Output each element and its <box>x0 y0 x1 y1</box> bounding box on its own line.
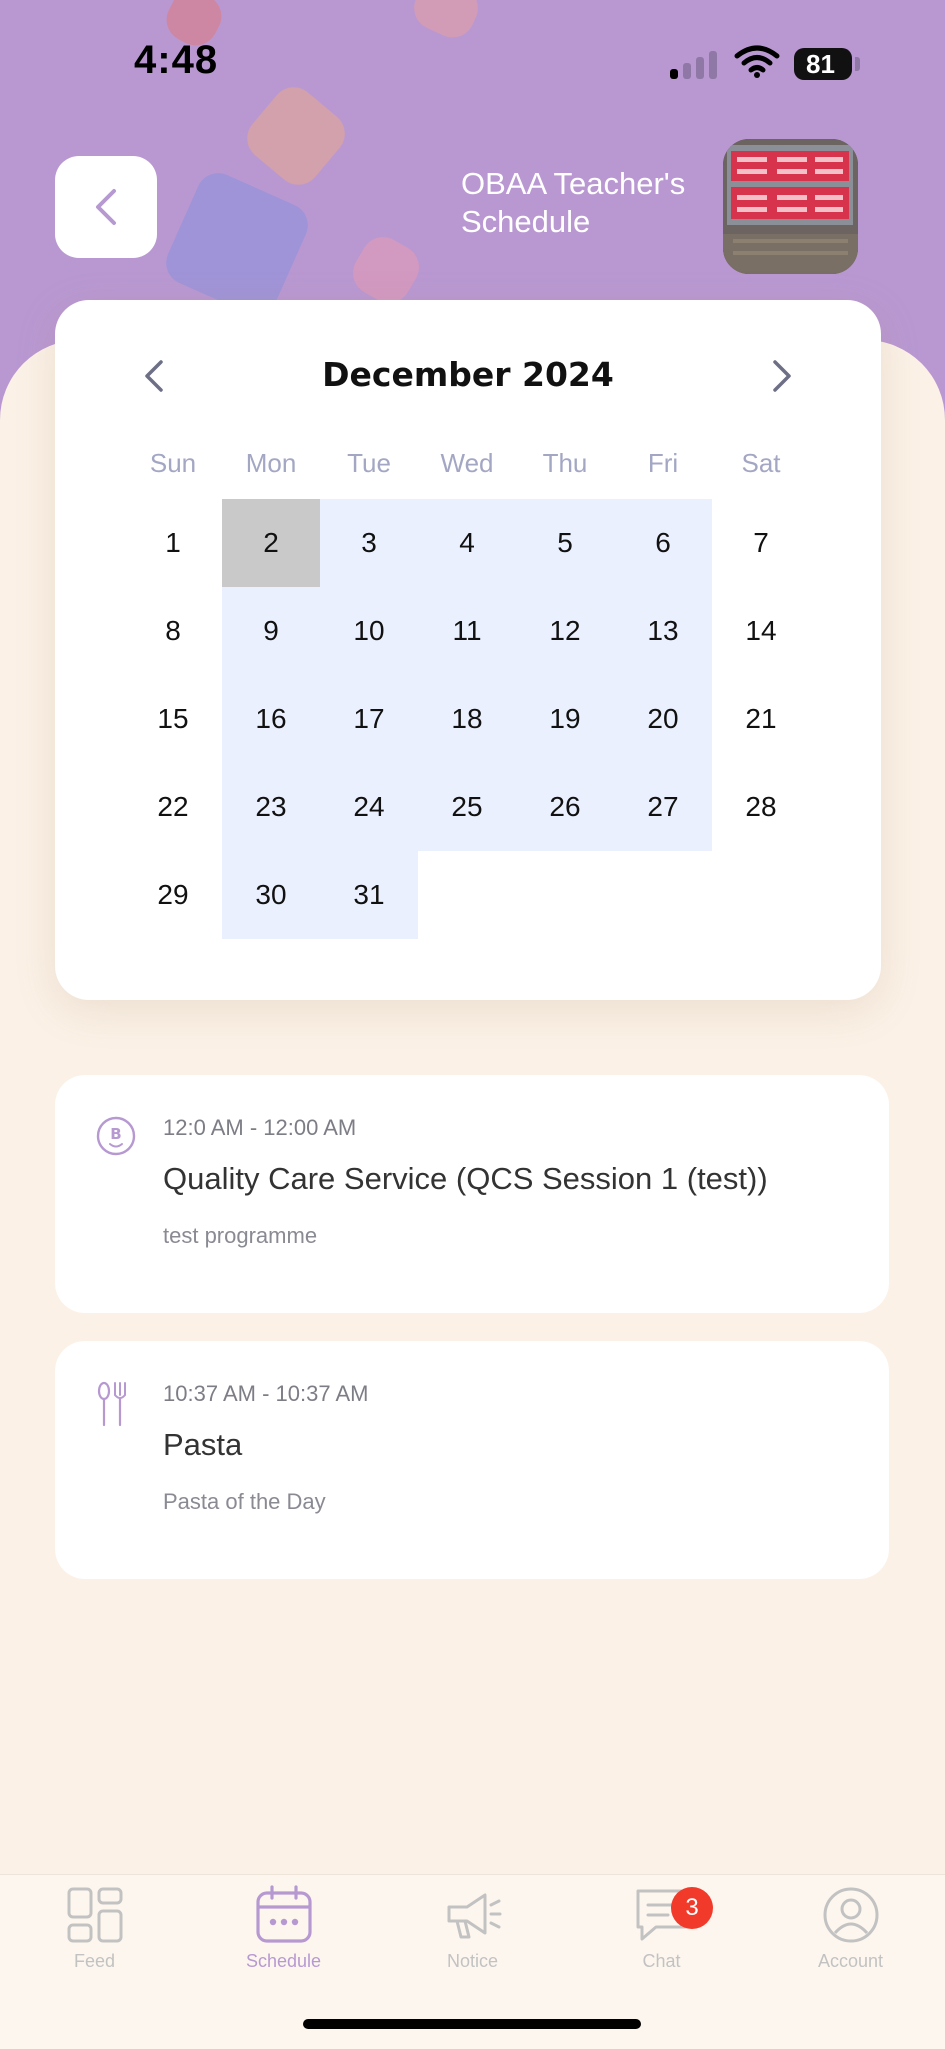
signal-icon <box>670 49 720 79</box>
calendar-day[interactable]: 1 <box>124 499 222 587</box>
weekday-label: Mon <box>245 448 297 478</box>
battery-tip <box>855 57 860 71</box>
profile-avatar[interactable] <box>723 139 858 274</box>
calendar-day[interactable]: 6 <box>614 499 712 587</box>
month-title: December 2024 <box>322 355 614 394</box>
back-button[interactable] <box>55 156 157 258</box>
calendar-day[interactable]: 22 <box>124 763 222 851</box>
calendar-day[interactable]: 17 <box>320 675 418 763</box>
weekday-label: Wed <box>440 448 494 478</box>
calendar-day[interactable]: 26 <box>516 763 614 851</box>
next-month-button[interactable] <box>765 348 801 404</box>
calendar-day[interactable]: 7 <box>712 499 810 587</box>
tab-notice[interactable]: Notice <box>378 1885 567 2005</box>
calendar-day[interactable]: 23 <box>222 763 320 851</box>
decor-square <box>345 229 427 311</box>
weekday-label: Tue <box>347 448 391 478</box>
status-time: 4:48 <box>134 38 219 82</box>
calendar-day[interactable]: 10 <box>320 587 418 675</box>
tab-chat[interactable]: Chat 3 <box>567 1885 756 2005</box>
event-time: 12:0 AM - 12:00 AM <box>163 1115 357 1140</box>
weekday-label: Thu <box>542 448 588 478</box>
calendar-day[interactable]: 27 <box>614 763 712 851</box>
calendar-day[interactable]: 16 <box>222 675 320 763</box>
calendar-day[interactable]: 24 <box>320 763 418 851</box>
decor-square <box>406 0 486 45</box>
home-indicator <box>303 2019 641 2029</box>
fork-spoon-icon <box>97 1381 126 1427</box>
calendar-day[interactable]: 12 <box>516 587 614 675</box>
calendar-day[interactable]: 30 <box>222 851 320 939</box>
account-icon <box>823 1887 878 1943</box>
megaphone-icon <box>447 1893 501 1939</box>
tab-schedule[interactable]: Schedule <box>189 1885 378 2005</box>
weekday-label: Fri <box>647 448 679 478</box>
event-card[interactable]: 10:37 AM - 10:37 AM Pasta Pasta of the D… <box>55 1341 889 1579</box>
chat-unread-badge: 3 <box>671 1887 713 1929</box>
tab-label: Chat <box>642 1951 681 1971</box>
decor-square <box>159 166 315 322</box>
chevron-left-icon <box>96 189 116 225</box>
wifi-icon <box>734 45 780 78</box>
calendar-day[interactable]: 9 <box>222 587 320 675</box>
event-title: Quality Care Service (QCS Session 1 (tes… <box>163 1161 768 1196</box>
battery-indicator: 81 <box>794 48 852 80</box>
calendar-day[interactable]: 3 <box>320 499 418 587</box>
calendar-day[interactable]: 21 <box>712 675 810 763</box>
calendar-day[interactable]: 13 <box>614 587 712 675</box>
tab-label: Schedule <box>245 1951 322 1971</box>
event-description: test programme <box>163 1223 318 1248</box>
baby-face-icon: B <box>96 1116 136 1156</box>
calendar-day[interactable]: 31 <box>320 851 418 939</box>
tab-feed[interactable]: Feed <box>0 1885 189 2005</box>
page-title: OBAA Teacher's Schedule <box>461 166 686 239</box>
calendar-day[interactable]: 4 <box>418 499 516 587</box>
tab-label: Notice <box>446 1951 499 1971</box>
calendar-day[interactable]: 14 <box>712 587 810 675</box>
calendar-day[interactable]: 8 <box>124 587 222 675</box>
event-card[interactable]: B 12:0 AM - 12:00 AM Quality Care Servic… <box>55 1075 889 1313</box>
event-title: Pasta <box>163 1427 243 1462</box>
calendar-icon <box>255 1885 312 1943</box>
tab-label: Account <box>817 1951 884 1971</box>
feed-icon <box>67 1887 122 1943</box>
calendar-day[interactable]: 28 <box>712 763 810 851</box>
weekday-label: Sat <box>741 448 781 478</box>
calendar-day[interactable]: 5 <box>516 499 614 587</box>
calendar-day[interactable]: 18 <box>418 675 516 763</box>
tab-label: Feed <box>73 1951 116 1971</box>
decor-square <box>238 78 354 194</box>
calendar-day[interactable]: 19 <box>516 675 614 763</box>
calendar-day[interactable]: 25 <box>418 763 516 851</box>
tab-account[interactable]: Account <box>756 1885 945 2005</box>
weekday-label: Sun <box>149 448 197 478</box>
calendar-day[interactable]: 20 <box>614 675 712 763</box>
event-description: Pasta of the Day <box>163 1489 326 1514</box>
avatar-image <box>723 139 858 274</box>
calendar-day[interactable]: 29 <box>124 851 222 939</box>
event-time: 10:37 AM - 10:37 AM <box>163 1381 369 1406</box>
calendar-day[interactable]: 11 <box>418 587 516 675</box>
calendar-day-selected[interactable]: 2 <box>222 499 320 587</box>
calendar-card: December 2024 Sun Mon Tue Wed Thu Fri Sa… <box>55 300 881 1000</box>
svg-text:B: B <box>110 1125 121 1143</box>
calendar-day[interactable]: 15 <box>124 675 222 763</box>
